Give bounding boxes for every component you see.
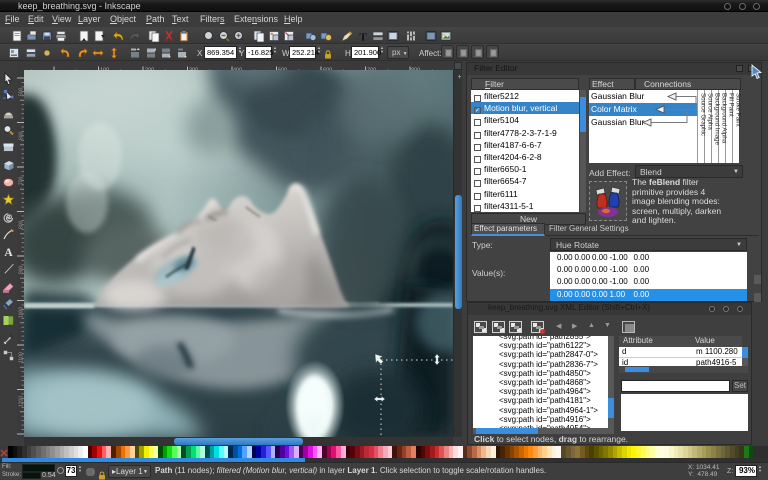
svg-text:T: T	[359, 32, 367, 43]
svg-text:A: A	[4, 247, 13, 258]
